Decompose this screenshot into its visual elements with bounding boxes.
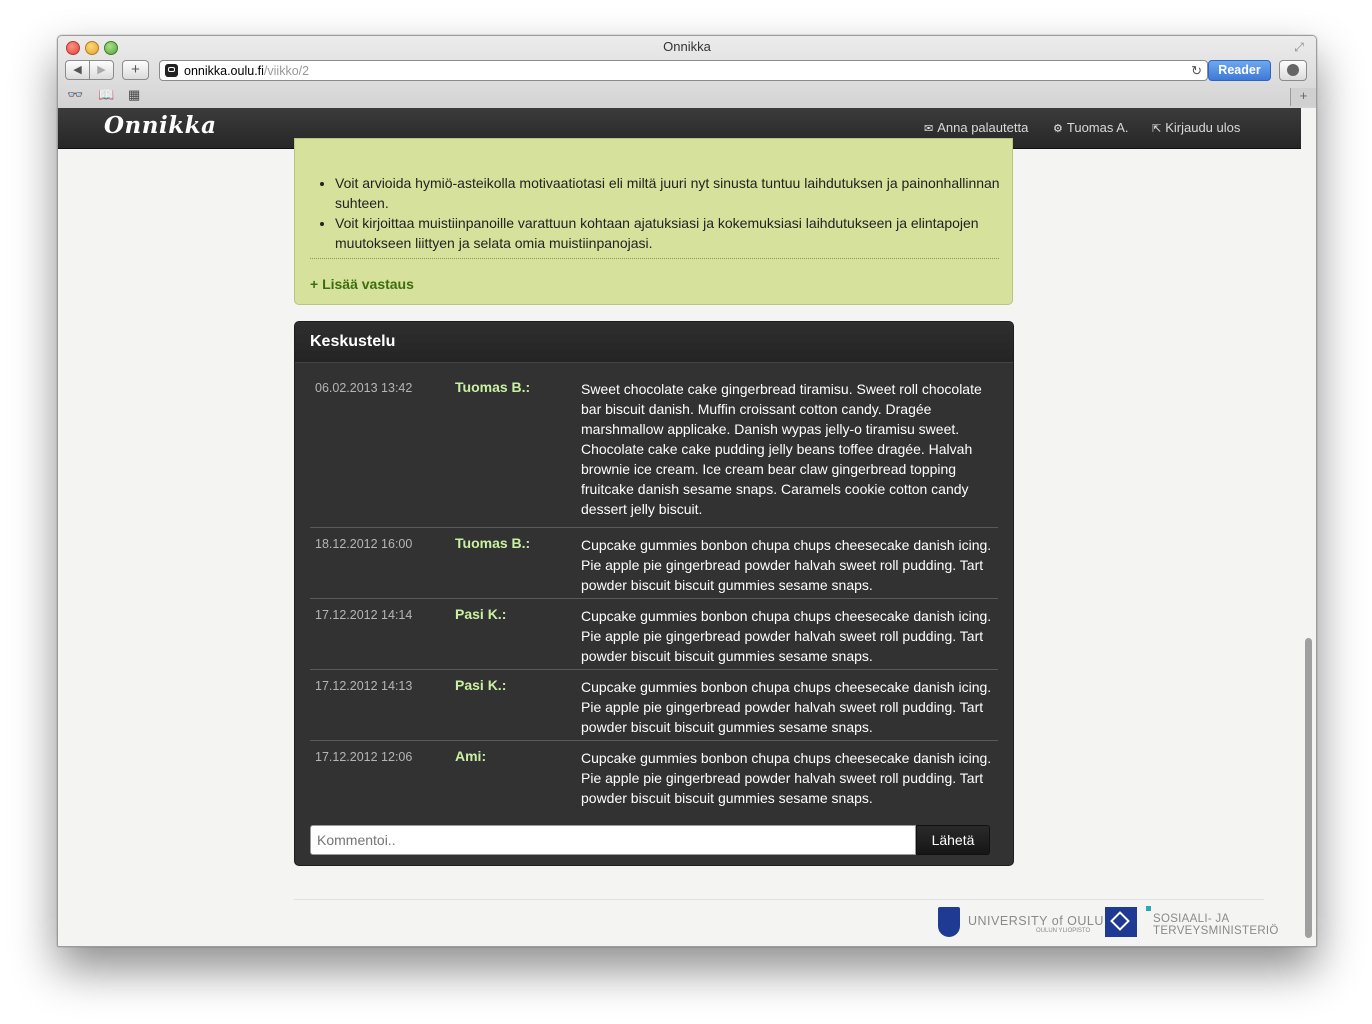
page-scrollbar[interactable] bbox=[1301, 108, 1316, 946]
logout-icon: ⇱ bbox=[1152, 123, 1162, 135]
logout-label: Kirjaudu ulos bbox=[1165, 120, 1241, 135]
message-text: Cupcake gummies bonbon chupa chups chees… bbox=[581, 537, 992, 593]
message-time: 18.12.2012 16:00 bbox=[315, 537, 413, 551]
ministry-line-1: SOSIAALI- JA bbox=[1153, 913, 1230, 925]
message-time: 06.02.2013 13:42 bbox=[315, 381, 413, 395]
address-bar[interactable]: onnikka.oulu.fi/viikko/2 ↻ bbox=[159, 60, 1208, 81]
discussion-title: Keskustelu bbox=[310, 333, 396, 350]
message-text: Cupcake gummies bonbon chupa chups chees… bbox=[581, 750, 992, 806]
message-author[interactable]: Pasi K.: bbox=[455, 606, 506, 622]
info-box: Voit arvioida hymiö-asteikolla motivaati… bbox=[294, 138, 1013, 305]
ministry-logo-dot bbox=[1146, 906, 1151, 911]
gear-icon: ⚙ bbox=[1053, 123, 1063, 135]
message-time: 17.12.2012 14:13 bbox=[315, 679, 413, 693]
add-answer-link[interactable]: + Lisää vastaus bbox=[310, 276, 414, 292]
message-row: 17.12.2012 14:13 Pasi K.: Cupcake gummie… bbox=[310, 670, 998, 741]
reader-button[interactable]: Reader bbox=[1208, 60, 1271, 81]
info-bullet: Voit arvioida hymiö-asteikolla motivaati… bbox=[335, 173, 1007, 213]
send-button[interactable]: Lähetä bbox=[916, 825, 990, 855]
message-row: 06.02.2013 13:42 Tuomas B.: Sweet chocol… bbox=[310, 372, 998, 528]
message-time: 17.12.2012 12:06 bbox=[315, 750, 413, 764]
reading-list-icon[interactable]: 👓 bbox=[67, 87, 83, 103]
message-author[interactable]: Ami: bbox=[455, 748, 486, 764]
back-icon: ◀ bbox=[73, 64, 82, 76]
footer-divider bbox=[294, 899, 1264, 900]
feedback-label: Anna palautetta bbox=[937, 120, 1029, 135]
message-text: Cupcake gummies bonbon chupa chups chees… bbox=[581, 608, 992, 664]
university-crest-icon[interactable] bbox=[938, 907, 960, 937]
message-author[interactable]: Tuomas B.: bbox=[455, 535, 530, 551]
brand-logo[interactable]: Onnikka bbox=[104, 112, 217, 139]
message-text: Sweet chocolate cake gingerbread tiramis… bbox=[581, 381, 982, 517]
ministry-line-2: TERVEYSMINISTERIÖ bbox=[1153, 925, 1279, 937]
info-bullet: Voit kirjoittaa muistiinpanoille varattu… bbox=[335, 213, 1007, 253]
discussion-panel: Keskustelu 06.02.2013 13:42 Tuomas B.: S… bbox=[294, 321, 1014, 866]
url-host: onnikka.oulu.fi bbox=[184, 64, 264, 78]
ministry-logo-icon[interactable] bbox=[1105, 907, 1137, 937]
info-list: Voit arvioida hymiö-asteikolla motivaati… bbox=[313, 173, 1007, 253]
university-logo-subtext: OULUN YLIOPISTO bbox=[1036, 928, 1091, 934]
message-row: 17.12.2012 14:14 Pasi K.: Cupcake gummie… bbox=[310, 599, 998, 670]
feedback-link[interactable]: ✉ Anna palautetta bbox=[924, 120, 1028, 135]
comment-input[interactable] bbox=[310, 825, 916, 855]
discussion-header: Keskustelu bbox=[295, 322, 1013, 363]
envelope-icon: ✉ bbox=[924, 123, 934, 135]
message-text: Cupcake gummies bonbon chupa chups chees… bbox=[581, 679, 992, 735]
browser-toolbar: Onnikka ⤢ ◀ ▶ + onnikka.oulu.fi/viikko/2… bbox=[58, 36, 1316, 109]
browser-window: Onnikka ⤢ ◀ ▶ + onnikka.oulu.fi/viikko/2… bbox=[57, 35, 1317, 947]
window-title: Onnikka bbox=[663, 39, 711, 54]
forward-icon: ▶ bbox=[97, 64, 106, 76]
message-author[interactable]: Pasi K.: bbox=[455, 677, 506, 693]
back-button[interactable]: ◀ bbox=[65, 60, 90, 80]
user-menu-link[interactable]: ⚙ Tuomas A. bbox=[1053, 120, 1129, 135]
download-icon[interactable] bbox=[1279, 60, 1307, 81]
url-path: /viikko/2 bbox=[263, 64, 310, 78]
message-author[interactable]: Tuomas B.: bbox=[455, 379, 530, 395]
scrollbar-thumb[interactable] bbox=[1305, 638, 1312, 938]
url-text: onnikka.oulu.fi/viikko/2 bbox=[184, 64, 309, 78]
divider bbox=[310, 258, 999, 259]
new-tab-button[interactable]: + bbox=[1290, 88, 1316, 106]
university-logo-text[interactable]: UNIVERSITY of OULU bbox=[968, 914, 1104, 928]
top-sites-icon[interactable]: ▦ bbox=[128, 87, 140, 103]
reload-icon[interactable]: ↻ bbox=[1191, 63, 1202, 79]
site-favicon-icon bbox=[165, 64, 178, 77]
message-row: 17.12.2012 12:06 Ami: Cupcake gummies bo… bbox=[310, 741, 998, 812]
ministry-logo-text[interactable]: SOSIAALI- JA TERVEYSMINISTERIÖ bbox=[1153, 913, 1279, 937]
user-name-label: Tuomas A. bbox=[1066, 120, 1129, 135]
add-bookmark-button[interactable]: + bbox=[122, 60, 149, 80]
message-time: 17.12.2012 14:14 bbox=[315, 608, 413, 622]
forward-button[interactable]: ▶ bbox=[89, 60, 114, 80]
page-viewport: Onnikka ✉ Anna palautetta ⚙ Tuomas A. ⇱ Kir… bbox=[58, 108, 1301, 946]
fullscreen-icon[interactable]: ⤢ bbox=[1292, 40, 1306, 54]
logout-link[interactable]: ⇱ Kirjaudu ulos bbox=[1152, 120, 1240, 135]
bookmarks-icon[interactable]: 📖 bbox=[98, 87, 114, 103]
message-row: 18.12.2012 16:00 Tuomas B.: Cupcake gumm… bbox=[310, 528, 998, 599]
